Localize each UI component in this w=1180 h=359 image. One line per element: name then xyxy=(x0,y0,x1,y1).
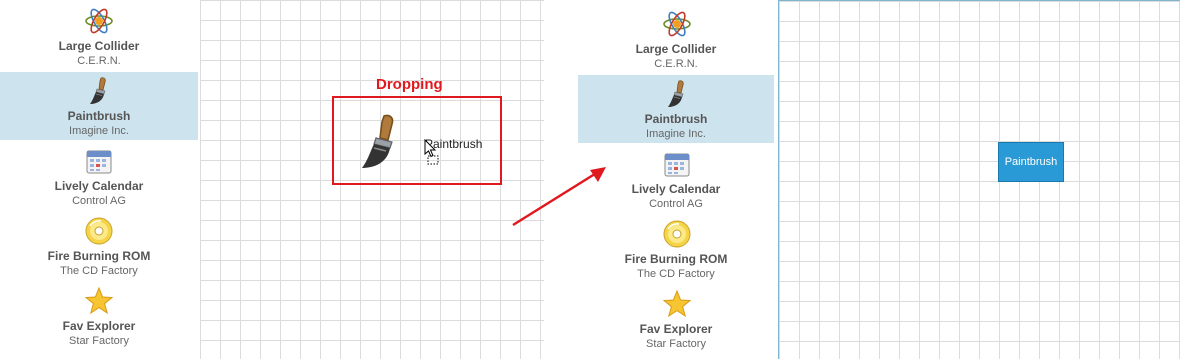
palette-item-fav-explorer[interactable]: Fav Explorer Star Factory xyxy=(578,285,774,353)
calendar-icon xyxy=(84,146,114,176)
dropping-caption: Dropping xyxy=(376,76,443,93)
calendar-icon xyxy=(662,149,692,179)
item-subtitle: Imagine Inc. xyxy=(646,128,706,140)
paintbrush-node[interactable]: Paintbrush xyxy=(998,142,1064,182)
cd-icon xyxy=(662,219,692,249)
palette-item-fire-burning-rom[interactable]: Fire Burning ROM The CD Factory xyxy=(578,215,774,283)
item-title: Fire Burning ROM xyxy=(624,252,728,266)
palette-item-paintbrush[interactable]: Paintbrush Imagine Inc. xyxy=(578,75,774,143)
item-title: Lively Calendar xyxy=(54,179,144,193)
paintbrush-drag-icon xyxy=(350,104,410,180)
cd-icon xyxy=(84,216,114,246)
item-subtitle: The CD Factory xyxy=(637,268,715,280)
item-subtitle: C.E.R.N. xyxy=(77,55,121,67)
palette-item-lively-calendar[interactable]: Lively Calendar Control AG xyxy=(578,145,774,213)
item-subtitle: Imagine Inc. xyxy=(69,125,129,137)
item-subtitle: The CD Factory xyxy=(60,265,138,277)
palette-item-fire-burning-rom[interactable]: Fire Burning ROM The CD Factory xyxy=(0,212,198,280)
item-title: Lively Calendar xyxy=(631,182,721,196)
item-subtitle: Control AG xyxy=(649,198,703,210)
item-title: Paintbrush xyxy=(67,109,131,123)
paintbrush-icon xyxy=(662,79,692,109)
item-title: Paintbrush xyxy=(644,112,708,126)
star-icon xyxy=(662,289,692,319)
item-subtitle: Control AG xyxy=(72,195,126,207)
paintbrush-icon xyxy=(84,76,114,106)
item-title: Fav Explorer xyxy=(639,322,713,336)
item-title: Large Collider xyxy=(58,39,140,53)
item-subtitle: Star Factory xyxy=(69,335,129,347)
palette-item-paintbrush[interactable]: Paintbrush Imagine Inc. xyxy=(0,72,198,140)
item-title: Fire Burning ROM xyxy=(47,249,151,263)
star-icon xyxy=(84,286,114,316)
palette-item-large-collider[interactable]: Large Collider C.E.R.N. xyxy=(0,2,198,70)
item-title: Fav Explorer xyxy=(62,319,136,333)
item-title: Large Collider xyxy=(635,42,717,56)
atom-icon xyxy=(662,9,692,39)
drag-cursor-icon xyxy=(424,139,439,165)
atom-icon xyxy=(84,6,114,36)
item-subtitle: Star Factory xyxy=(646,338,706,350)
palette-item-lively-calendar[interactable]: Lively Calendar Control AG xyxy=(0,142,198,210)
palette-item-large-collider[interactable]: Large Collider C.E.R.N. xyxy=(578,5,774,73)
diagram-canvas-after[interactable] xyxy=(778,0,1180,359)
item-subtitle: C.E.R.N. xyxy=(654,58,698,70)
palette-item-fav-explorer[interactable]: Fav Explorer Star Factory xyxy=(0,282,198,350)
